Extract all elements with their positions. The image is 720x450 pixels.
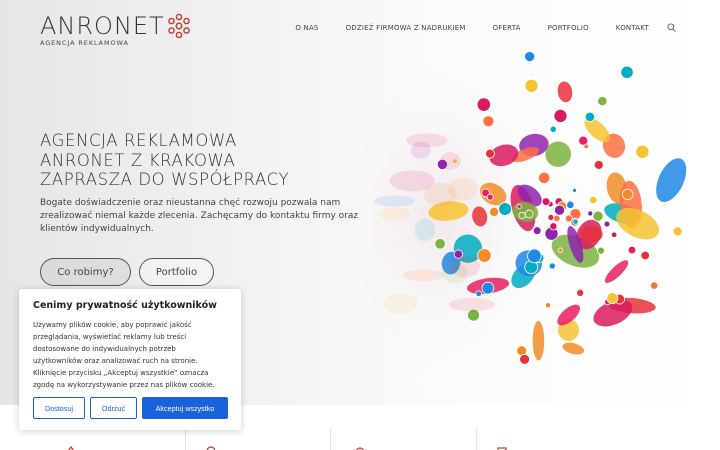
feature-divider <box>330 428 331 450</box>
logo-flower-icon <box>168 13 190 39</box>
feature-icon <box>497 447 507 450</box>
cookie-consent-dialog: Cenimy prywatność użytkowników Używamy p… <box>19 289 241 430</box>
nav-odziez-firmowa[interactable]: ODZIEŻ FIRMOWA Z NADRUKIEM <box>346 24 466 32</box>
nav-portfolio[interactable]: PORTFOLIO <box>548 24 589 32</box>
customize-button[interactable]: Dostosuj <box>33 397 85 419</box>
accept-all-button[interactable]: Akceptuj wszystko <box>142 397 228 419</box>
feature-icon <box>356 447 364 450</box>
feature-divider <box>185 428 186 450</box>
nav-oferta[interactable]: OFERTA <box>493 24 521 32</box>
hero-description: Bogate doświadczenie oraz nieustanna chę… <box>40 198 359 235</box>
headline-line-1: AGENCJA REKLAMOWA <box>40 131 237 150</box>
co-robimy-button[interactable]: Co robimy? <box>40 258 131 286</box>
nav-o-nas[interactable]: O NAS <box>295 24 318 32</box>
cookie-title: Cenimy prywatność użytkowników <box>33 300 217 311</box>
floral-artwork <box>355 45 687 385</box>
cookie-text: Używamy plików cookie, aby poprawić jako… <box>33 321 215 389</box>
brand-logo[interactable]: ANRONET AGENCJA REKLAMOWA <box>40 12 200 48</box>
nav-kontakt[interactable]: KONTAKT <box>616 24 649 32</box>
headline-line-2: ANRONET Z KRAKOWA <box>40 150 236 170</box>
feature-icon <box>68 446 74 450</box>
reject-button[interactable]: Odrzuć <box>90 397 137 419</box>
logo-wordmark: ANRONET <box>40 12 165 40</box>
main-nav: O NAS ODZIEŻ FIRMOWA Z NADRUKIEM OFERTA … <box>268 23 676 32</box>
cookie-buttons: Dostosuj Odrzuć Akceptuj wszystko <box>33 397 228 419</box>
portfolio-button[interactable]: Portfolio <box>139 258 214 286</box>
feature-icon <box>206 446 216 450</box>
site-header: ANRONET AGENCJA REKLAMOWA O NAS ODZIEŻ F… <box>0 0 720 60</box>
logo-tagline: AGENCJA REKLAMOWA <box>40 39 129 47</box>
search-icon[interactable] <box>667 23 676 32</box>
hero-headline: AGENCJA REKLAMOWA ANRONET Z KRAKOWA ZAPR… <box>40 131 289 190</box>
headline-line-3: ZAPRASZA DO WSPÓŁPRACY <box>40 170 290 189</box>
feature-divider <box>476 428 477 450</box>
features-strip <box>0 428 720 450</box>
